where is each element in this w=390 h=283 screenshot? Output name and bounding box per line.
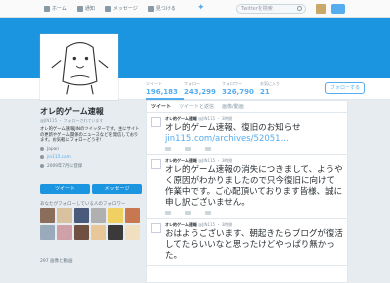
account-avatar[interactable]	[316, 4, 326, 14]
search-input[interactable]: Twitterを検索	[236, 4, 306, 14]
follower-avatar[interactable]	[108, 225, 123, 240]
tweet-meta: @JIN115 ・ 3時間	[198, 158, 233, 163]
compose-tweet-button[interactable]	[331, 4, 345, 14]
stat-following[interactable]: フォロー 243,299	[184, 78, 222, 100]
tweet-text: オレ的ゲーム速報の消失につきまして、ようやく原因がわかりましたので只今復旧に向け…	[165, 165, 343, 208]
stat-favorites-label: お気に入り	[260, 81, 280, 86]
profile-joined-text: 2009年7月に登録	[47, 163, 83, 169]
tweet-avatar[interactable]	[151, 159, 161, 169]
follower-avatar[interactable]	[74, 208, 89, 223]
followers-grid	[40, 208, 140, 240]
follower-avatar[interactable]	[57, 225, 72, 240]
stat-tweets[interactable]: ツイート 196,183	[146, 78, 184, 100]
tweet-item[interactable]: オレ的ゲーム速報 @JIN115 ・ 3時間 おはようございます、朝起きたらブロ…	[147, 219, 347, 266]
home-icon	[44, 5, 50, 12]
profile-avatar[interactable]	[40, 34, 118, 100]
profile-location-text: Japan	[47, 146, 59, 152]
profile-url-text[interactable]: jin115.com	[47, 155, 71, 160]
search-placeholder: Twitterを検索	[241, 6, 273, 12]
search-icon[interactable]	[297, 6, 302, 11]
nav-discover-label: 見つける	[155, 6, 176, 12]
calendar-icon	[40, 163, 44, 168]
follower-avatar[interactable]	[91, 225, 106, 240]
stat-tweets-value: 196,183	[146, 88, 178, 96]
nav-home-label: ホーム	[52, 6, 67, 12]
timeline-tabs: ツイート ツイートと返信 画像/動画	[147, 101, 347, 113]
profile-handle: @JIN115 ・ フォローされています	[40, 118, 104, 123]
tweet-timeline: ツイート ツイートと返信 画像/動画 オレ的ゲーム速報 @JIN115 ・ 3時…	[146, 100, 348, 283]
stat-tweets-label: ツイート	[146, 81, 162, 86]
tweet-author[interactable]: オレ的ゲーム速報	[165, 116, 197, 121]
tweet-actions	[165, 147, 343, 151]
photos-videos-title[interactable]: 297 画像と動画	[40, 258, 73, 264]
stat-favorites-value: 21	[260, 88, 270, 96]
hashtag-icon	[147, 5, 154, 12]
reply-icon[interactable]	[165, 147, 171, 151]
favorite-icon[interactable]	[205, 147, 211, 151]
tweet-text: オレ的ゲーム速報、復旧のお知らせ	[165, 123, 301, 133]
tweet-header: オレ的ゲーム速報 @JIN115 ・ 3時間	[165, 158, 343, 164]
stat-following-value: 243,299	[184, 88, 216, 96]
favorite-icon[interactable]	[205, 211, 211, 215]
profile-card: オレ的ゲーム速報 @JIN115 ・ フォローされています オレ的ゲーム速報JI…	[40, 106, 140, 169]
retweet-icon[interactable]	[185, 147, 191, 151]
tweet-text: おはようございます、朝起きたらブログが復活してたらいいなと思ったけどやっぱり無か…	[165, 229, 343, 261]
follower-avatar[interactable]	[91, 208, 106, 223]
stat-favorites[interactable]: お気に入り 21	[260, 78, 298, 100]
tweet-item[interactable]: オレ的ゲーム速報 @JIN115 ・ 3時間 オレ的ゲーム速報の消失につきまして…	[147, 155, 347, 219]
tweet-avatar[interactable]	[151, 117, 161, 127]
nav-notifications[interactable]: 通知	[76, 5, 95, 12]
nav-messages[interactable]: メッセージ	[104, 5, 138, 12]
followers-you-know-title[interactable]: あなたがフォローしている人のフォロワー	[40, 201, 125, 207]
twitter-bird-icon[interactable]: ✦	[197, 4, 207, 13]
tweet-meta: @JIN115 ・ 3時間	[198, 116, 233, 121]
reply-icon[interactable]	[165, 211, 171, 215]
location-icon	[40, 147, 44, 151]
tweet-header: オレ的ゲーム速報 @JIN115 ・ 3時間	[165, 222, 343, 228]
profile-joined: 2009年7月に登録	[40, 163, 140, 169]
avatar-face-drawing	[51, 42, 109, 95]
tweet-author[interactable]: オレ的ゲーム速報	[165, 158, 197, 163]
stat-followers[interactable]: フォロワー 326,790	[222, 78, 260, 100]
link-icon	[40, 155, 44, 159]
follower-avatar[interactable]	[57, 208, 72, 223]
follower-avatar[interactable]	[74, 225, 89, 240]
tweet-item[interactable]: オレ的ゲーム速報 @JIN115 ・ 3時間 オレ的ゲーム速報、復旧のお知らせ …	[147, 113, 347, 155]
tweet-avatar[interactable]	[151, 223, 161, 233]
tweet-link[interactable]: jin115.com/archives/52051...	[165, 134, 343, 145]
tweet-header: オレ的ゲーム速報 @JIN115 ・ 3時間	[165, 116, 343, 122]
tab-tweets-replies[interactable]: ツイートと返信	[179, 103, 214, 110]
profile-location: Japan	[40, 147, 140, 152]
profile-stats: ツイート 196,183 フォロー 243,299 フォロワー 326,790 お気に…	[146, 78, 298, 100]
follower-avatar[interactable]	[40, 208, 55, 223]
tweet-meta: @JIN115 ・ 3時間	[198, 222, 233, 227]
nav-notifications-label: 通知	[84, 6, 95, 12]
follow-button[interactable]: フォローする	[325, 82, 365, 94]
tweet-actions	[165, 211, 343, 215]
profile-name: オレ的ゲーム速報	[40, 107, 104, 116]
follower-avatar[interactable]	[40, 225, 55, 240]
bell-icon	[76, 5, 83, 12]
profile-buttons: ツイート メッセージ	[40, 184, 144, 194]
tab-tweets[interactable]: ツイート	[151, 103, 171, 110]
mail-icon	[104, 5, 111, 12]
retweet-icon[interactable]	[185, 211, 191, 215]
stat-followers-value: 326,790	[222, 88, 254, 96]
follower-avatar[interactable]	[125, 225, 140, 240]
profile-bio: オレ的ゲーム速報JINのツイッターです。主にサイトの更新やゲーム関係のニュースな…	[40, 127, 140, 143]
nav-discover[interactable]: 見つける	[147, 5, 176, 12]
follower-avatar[interactable]	[108, 208, 123, 223]
nav-home[interactable]: ホーム	[44, 5, 67, 12]
profile-url[interactable]: jin115.com	[40, 155, 140, 160]
tab-media[interactable]: 画像/動画	[222, 103, 244, 110]
message-button[interactable]: メッセージ	[92, 184, 142, 194]
nav-messages-label: メッセージ	[112, 6, 138, 12]
top-navigation-bar: ホーム 通知 メッセージ 見つける ✦ Twitterを検索	[0, 0, 390, 18]
stat-following-label: フォロー	[184, 81, 200, 86]
tweet-author[interactable]: オレ的ゲーム速報	[165, 222, 197, 227]
nav-links: ホーム 通知 メッセージ 見つける	[44, 5, 186, 12]
stat-followers-label: フォロワー	[222, 81, 242, 86]
tweet-to-button[interactable]: ツイート	[40, 184, 90, 194]
follower-avatar[interactable]	[125, 208, 140, 223]
